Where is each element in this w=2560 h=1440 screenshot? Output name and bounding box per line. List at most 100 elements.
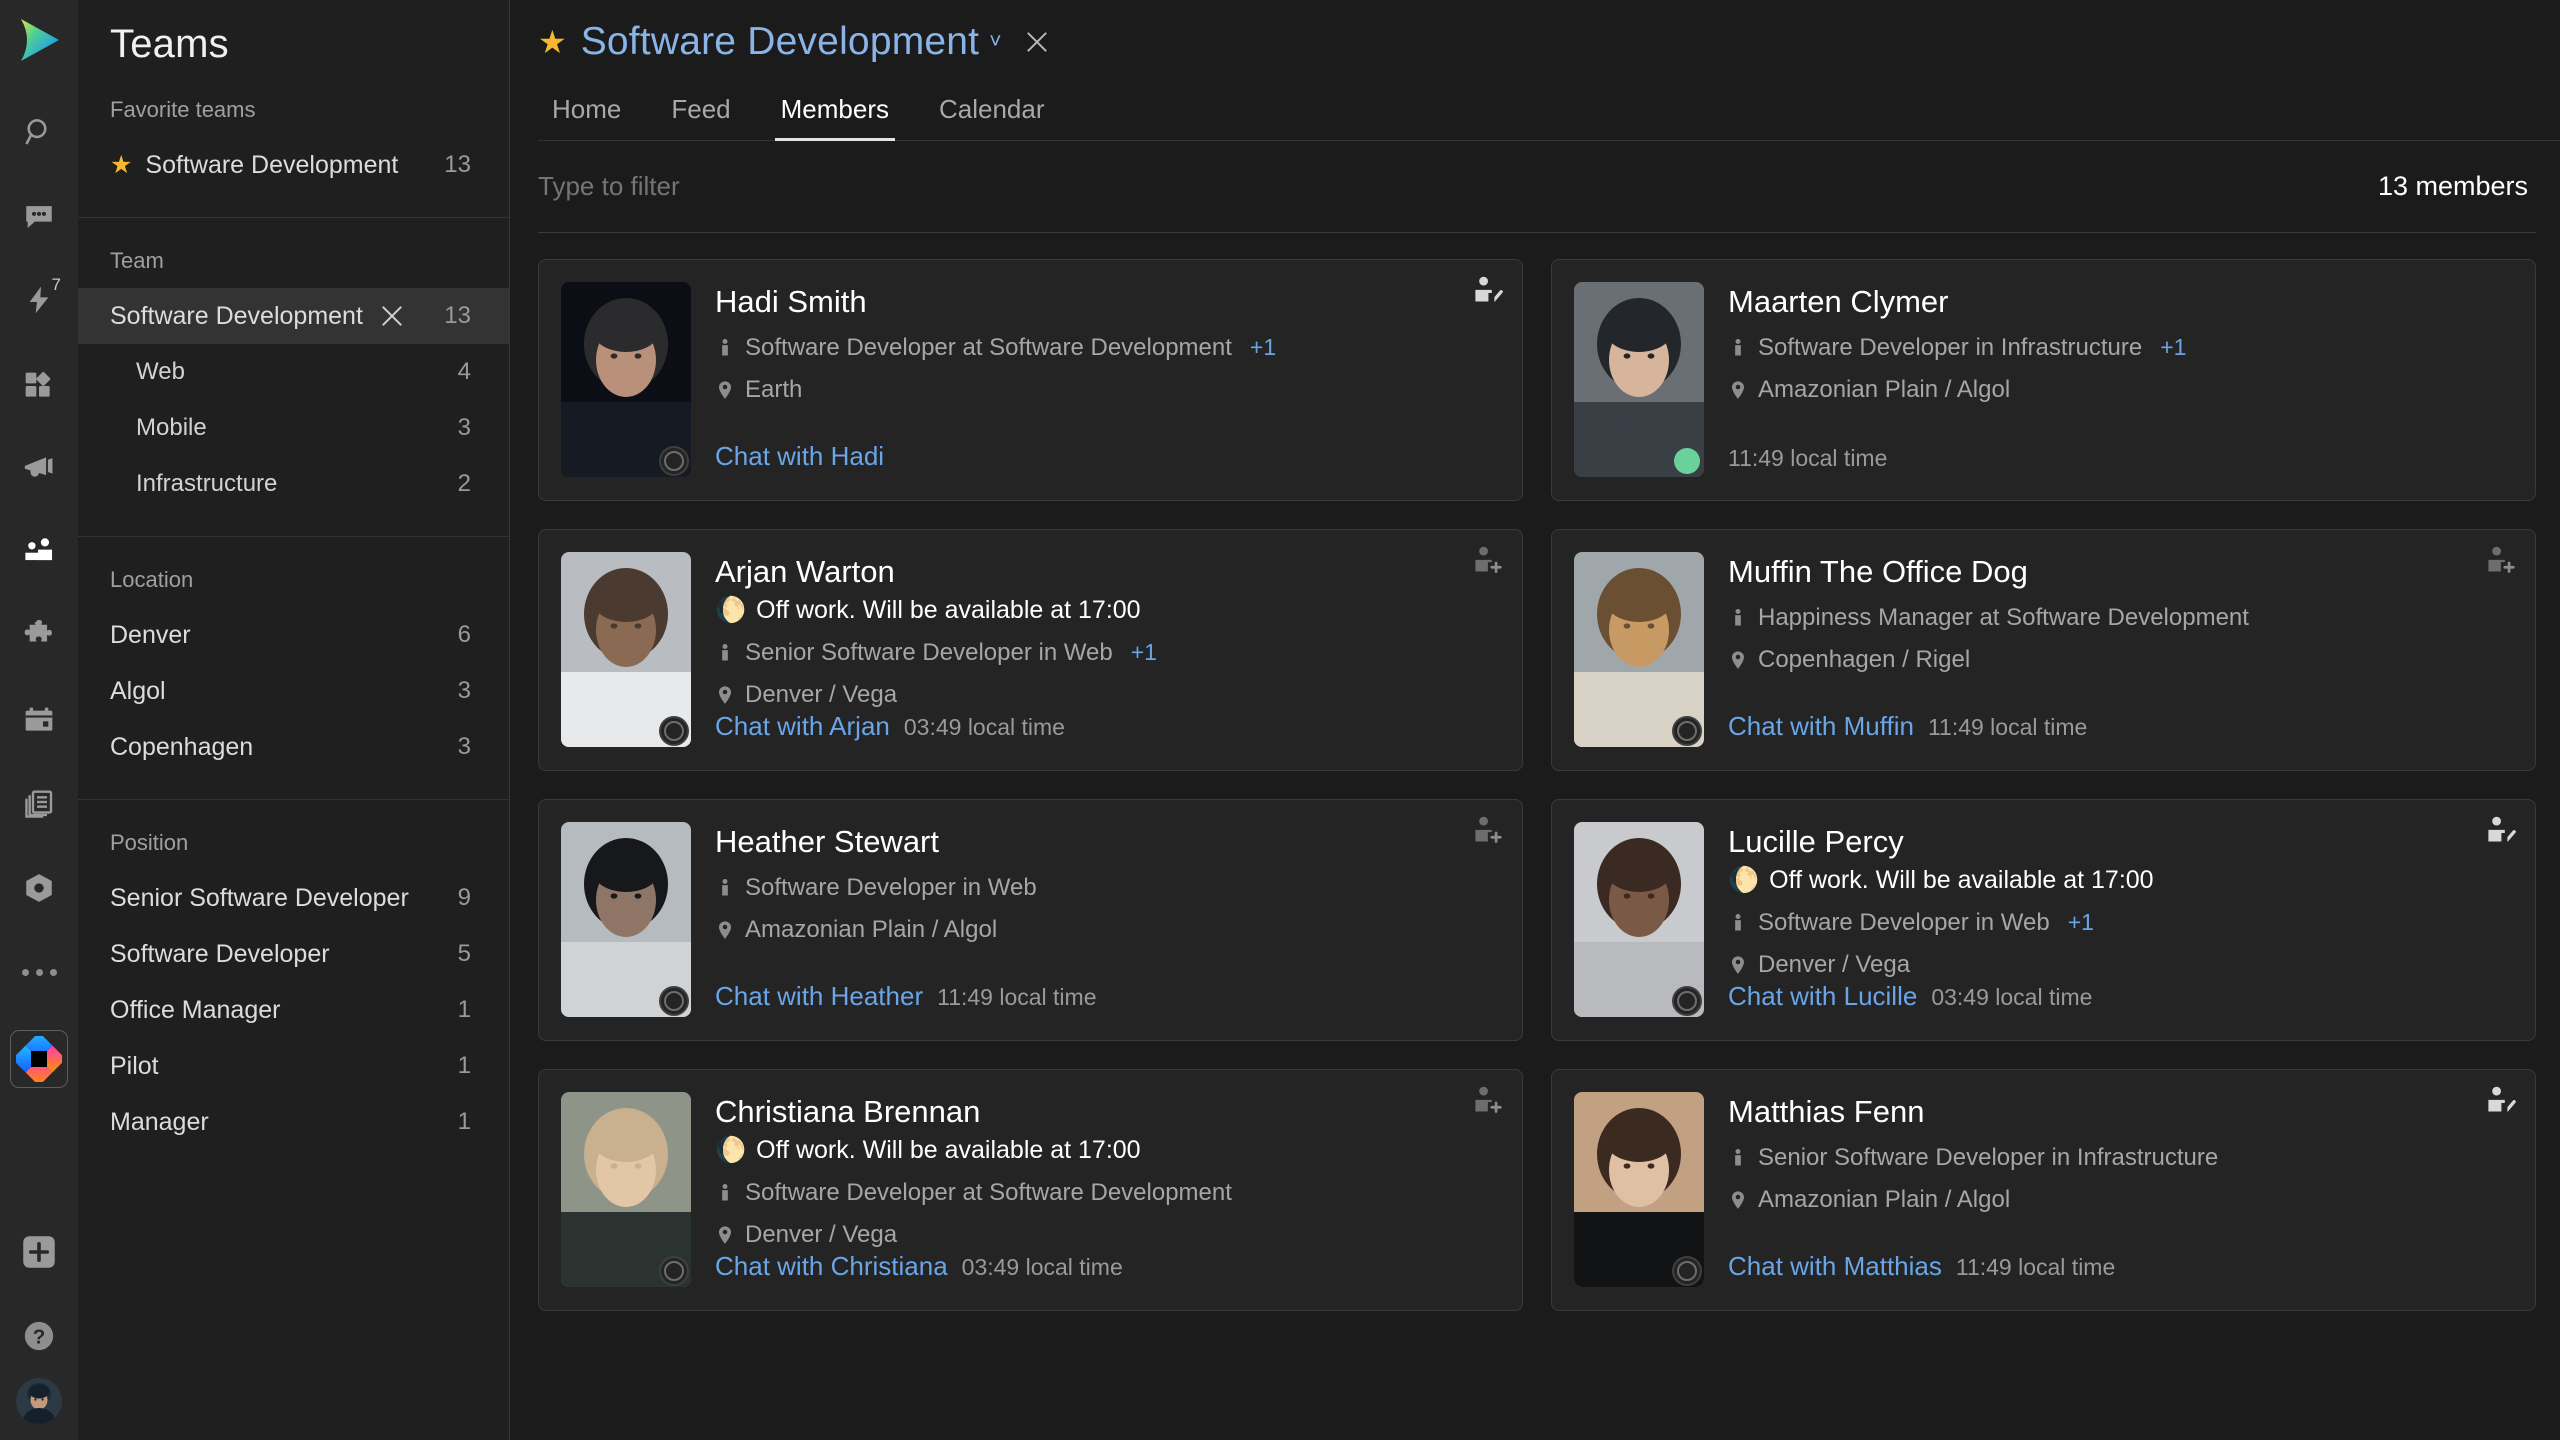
member-name[interactable]: Hadi Smith — [715, 284, 1496, 320]
sidebar-item-algol[interactable]: Algol 3 — [78, 663, 509, 719]
member-name[interactable]: Lucille Percy — [1728, 824, 2509, 860]
person-add-icon[interactable] — [1470, 544, 1504, 578]
close-icon[interactable] — [379, 303, 405, 329]
chat-with-link[interactable]: Chat with Muffin — [1728, 711, 1914, 742]
sidebar-item-copenhagen[interactable]: Copenhagen 3 — [78, 719, 509, 775]
app-root: 7 ? Teams Favorite teams ★ Software Deve… — [0, 0, 2560, 1440]
member-card[interactable]: Hadi Smith Software Developer at Software… — [538, 259, 1523, 501]
member-name[interactable]: Arjan Warton — [715, 554, 1496, 590]
presence-offline-indicator — [1672, 1256, 1702, 1286]
position-extra-badge[interactable]: +1 — [1131, 639, 1157, 666]
sidebar-item-software-development[interactable]: ★ Software Development 13 — [78, 137, 509, 193]
position-extra-badge[interactable]: +1 — [2068, 909, 2094, 936]
member-card[interactable]: Christiana Brennan 🌔 Off work. Will be ava… — [538, 1069, 1523, 1311]
chat-with-link[interactable]: Chat with Arjan — [715, 711, 890, 742]
person-check-icon[interactable] — [2483, 1084, 2517, 1118]
hexnut-icon[interactable] — [11, 860, 67, 916]
plus-icon[interactable] — [11, 1224, 67, 1280]
position-extra-badge[interactable]: +1 — [1250, 334, 1276, 361]
star-icon[interactable]: ★ — [538, 26, 567, 58]
chat-with-link[interactable]: Chat with Christiana — [715, 1251, 948, 1282]
position-extra-badge[interactable]: +1 — [2160, 334, 2186, 361]
sidebar-item-web[interactable]: Web 4 — [78, 344, 509, 400]
sidebar-item-manager[interactable]: Manager 1 — [78, 1094, 509, 1150]
member-avatar-wrap — [1574, 822, 1704, 1040]
chevron-down-icon[interactable]: ˅ — [989, 30, 1001, 54]
sidebar-item-software-development[interactable]: Software Development 13 — [78, 288, 509, 344]
member-card[interactable]: Matthias Fenn Senior Software Developer i… — [1551, 1069, 2536, 1311]
close-icon[interactable] — [1024, 29, 1050, 55]
tab-calendar[interactable]: Calendar — [933, 94, 1051, 141]
activity-lightning-icon[interactable]: 7 — [11, 272, 67, 328]
svg-text:?: ? — [33, 1326, 46, 1349]
help-icon[interactable]: ? — [11, 1308, 67, 1364]
member-avatar-wrap — [561, 1092, 691, 1310]
tab-members[interactable]: Members — [774, 94, 895, 141]
sidebar-item-count: 3 — [457, 733, 471, 760]
moon-icon: 🌔 — [715, 595, 747, 624]
member-name[interactable]: Matthias Fenn — [1728, 1094, 2509, 1130]
person-check-icon[interactable] — [2483, 814, 2517, 848]
puzzle-icon[interactable] — [11, 608, 67, 664]
sidebar-item-software-developer[interactable]: Software Developer 5 — [78, 926, 509, 982]
sidebar-item-office-manager[interactable]: Office Manager 1 — [78, 982, 509, 1038]
member-avatar-wrap — [561, 822, 691, 1040]
megaphone-icon[interactable] — [11, 440, 67, 496]
team-title[interactable]: Software Development — [581, 20, 980, 64]
icon-rail: 7 ? — [0, 0, 78, 1440]
news-list-icon[interactable] — [11, 776, 67, 832]
people-icon[interactable] — [11, 524, 67, 580]
sidebar-item-infrastructure[interactable]: Infrastructure 2 — [78, 456, 509, 512]
chat-with-link[interactable]: Chat with Heather — [715, 981, 923, 1012]
tab-home[interactable]: Home — [546, 94, 627, 141]
member-card[interactable]: Lucille Percy 🌔 Off work. Will be availabl… — [1551, 799, 2536, 1041]
member-name[interactable]: Christiana Brennan — [715, 1094, 1496, 1130]
presence-offline-indicator — [659, 1256, 689, 1286]
star-icon[interactable]: ★ — [110, 152, 132, 178]
sidebar-item-denver[interactable]: Denver 6 — [78, 607, 509, 663]
member-name[interactable]: Maarten Clymer — [1728, 284, 2509, 320]
search-input[interactable] — [538, 171, 2378, 202]
member-location-line: Earth — [715, 376, 1496, 404]
more-dots-icon[interactable] — [11, 944, 67, 1000]
member-name[interactable]: Muffin The Office Dog — [1728, 554, 2509, 590]
person-add-icon[interactable] — [1470, 1084, 1504, 1118]
calendar-icon[interactable] — [11, 692, 67, 748]
person-check-icon[interactable] — [1470, 274, 1504, 308]
local-time-label: 11:49 local time — [937, 984, 1097, 1010]
local-time-label: 11:49 local time — [1728, 445, 1888, 471]
person-add-icon[interactable] — [2483, 544, 2517, 578]
presence-offline-indicator — [1672, 716, 1702, 746]
presence-offline-indicator — [1672, 986, 1702, 1016]
sidebar-item-mobile[interactable]: Mobile 3 — [78, 400, 509, 456]
chat-with-link[interactable]: Chat with Lucille — [1728, 981, 1917, 1012]
chat-with-link[interactable]: Chat with Matthias — [1728, 1251, 1942, 1282]
sidebar-item-pilot[interactable]: Pilot 1 — [78, 1038, 509, 1094]
member-card[interactable]: Muffin The Office Dog Happiness Manager a… — [1551, 529, 2536, 771]
member-position-text: Software Developer in Infrastructure — [1758, 333, 2143, 361]
chat-with-link[interactable]: Chat with Hadi — [715, 441, 884, 472]
member-name[interactable]: Heather Stewart — [715, 824, 1496, 860]
app-tile-icon[interactable] — [10, 1030, 68, 1088]
account-avatar[interactable] — [16, 1378, 62, 1424]
local-time-label: 11:49 local time — [1927, 714, 2088, 740]
tab-feed[interactable]: Feed — [665, 94, 736, 141]
person-add-icon[interactable] — [1470, 814, 1504, 848]
member-info: Maarten Clymer Software Developer in Infr… — [1704, 282, 2509, 500]
apps-grid-icon[interactable] — [11, 356, 67, 412]
local-time-label: 03:49 local time — [961, 1254, 1123, 1280]
member-info: Heather Stewart Software Developer in Web… — [691, 822, 1496, 1040]
chat-icon[interactable] — [11, 188, 67, 244]
sidebar-item-senior-software-developer[interactable]: Senior Software Developer 9 — [78, 870, 509, 926]
member-status: 🌔 Off work. Will be available at 17:00 — [1728, 866, 2509, 895]
member-card[interactable]: Arjan Warton 🌔 Off work. Will be available… — [538, 529, 1523, 771]
member-card-footer: Chat with Arjan 03:49 local time — [715, 711, 1496, 770]
sidebar-section: Location Denver 6 Algol 3 Copenhagen 3 — [78, 537, 509, 793]
member-position-text: Software Developer at Software Developme… — [745, 333, 1232, 361]
search-icon[interactable] — [11, 104, 67, 160]
member-status-text: Off work. Will be available at 17:00 — [756, 595, 1141, 624]
member-position-text: Software Developer at Software Developme… — [745, 1178, 1232, 1206]
teams-logo-icon[interactable] — [13, 14, 65, 66]
member-card[interactable]: Heather Stewart Software Developer in Web… — [538, 799, 1523, 1041]
member-card[interactable]: Maarten Clymer Software Developer in Infr… — [1551, 259, 2536, 501]
